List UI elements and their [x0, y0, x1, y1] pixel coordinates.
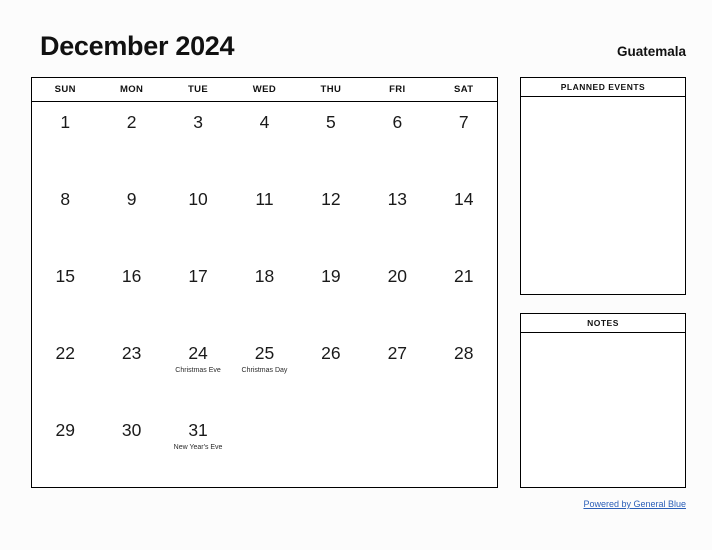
day-number: 29: [55, 420, 75, 440]
calendar-day-cell[interactable]: 29: [32, 410, 98, 487]
weekday-header-sun: SUN: [54, 84, 76, 95]
calendar-day-cell[interactable]: 6: [364, 102, 430, 179]
day-event-label: New Year's Eve: [173, 444, 223, 452]
day-number: 11: [255, 189, 274, 209]
day-event-label: Christmas Day: [241, 367, 288, 375]
day-number: 2: [126, 112, 137, 132]
calendar-day-cell-empty: [298, 410, 364, 487]
calendar-day-cell[interactable]: 9: [98, 179, 164, 256]
calendar-day-cell[interactable]: 3: [165, 102, 231, 179]
calendar-day-cell[interactable]: 17: [165, 256, 231, 333]
notes-panel: NOTES: [520, 313, 686, 488]
day-number: 19: [321, 266, 341, 286]
calendar-day-cell-empty: [364, 410, 430, 487]
weekday-header-fri: FRI: [389, 84, 406, 95]
calendar-day-cell-empty: [431, 410, 497, 487]
calendar-day-cell[interactable]: 10: [165, 179, 231, 256]
calendar-day-cell[interactable]: 21: [431, 256, 497, 333]
day-number: 10: [188, 189, 208, 209]
day-number: 21: [454, 266, 474, 286]
day-number: 16: [121, 266, 142, 286]
day-number: 9: [126, 189, 137, 209]
calendar-day-cell[interactable]: 15: [32, 256, 98, 333]
weekday-header-wed: WED: [252, 84, 277, 95]
calendar-day-cell[interactable]: 7: [431, 102, 497, 179]
day-number: 27: [387, 343, 408, 363]
calendar-day-cell[interactable]: 13: [364, 179, 430, 256]
weekday-header-row: SUN MON TUE WED THU FRI SAT: [32, 78, 497, 102]
calendar-week-row: 22 23 24 Christmas Eve 25 Christmas Day 26 27 28: [32, 333, 497, 410]
calendar-week-row: 8 9 10 11 12 13 14: [32, 179, 497, 256]
day-number: 15: [55, 266, 75, 286]
planned-events-panel: PLANNED EVENTS: [520, 77, 686, 295]
country-label: Guatemala: [616, 44, 686, 59]
calendar-day-cell[interactable]: 18: [231, 256, 297, 333]
day-number: 3: [193, 112, 203, 132]
calendar-day-cell[interactable]: 25 Christmas Day: [231, 333, 297, 410]
calendar-day-cell[interactable]: 16: [98, 256, 164, 333]
day-event-label: Christmas Eve: [175, 367, 221, 375]
weekday-header-tue: TUE: [187, 84, 209, 95]
day-number: 6: [392, 112, 403, 132]
calendar-day-cell[interactable]: 19: [298, 256, 364, 333]
calendar-day-cell[interactable]: 12: [298, 179, 364, 256]
calendar-week-row: 15 16 17 18 19 20 21: [32, 256, 497, 333]
powered-by-link[interactable]: Powered by General Blue: [583, 499, 686, 509]
calendar-day-cell[interactable]: 26: [298, 333, 364, 410]
weekday-header-sat: SAT: [453, 84, 474, 95]
weekday-header-mon: MON: [119, 84, 144, 95]
calendar-day-cell[interactable]: 2: [98, 102, 164, 179]
calendar-day-cell[interactable]: 1: [32, 102, 98, 179]
day-number: 8: [60, 189, 71, 209]
day-number: 22: [55, 343, 75, 363]
calendar-day-cell[interactable]: 31 New Year's Eve: [165, 410, 231, 487]
calendar-day-cell[interactable]: 30: [98, 410, 164, 487]
notes-title: NOTES: [521, 314, 685, 333]
calendar-day-cell[interactable]: 8: [32, 179, 98, 256]
calendar-week-row: 1 2 3 4 5 6 7: [32, 102, 497, 179]
calendar-weeks: 1 2 3 4 5 6 7 8 9 10 11 12 13 14 15 16 17 18 19 20 21 22 23 24 C…: [32, 102, 497, 487]
calendar-day-cell[interactable]: 11: [231, 179, 297, 256]
notes-body[interactable]: [521, 333, 685, 487]
day-number: 18: [254, 266, 275, 286]
calendar-day-cell[interactable]: 24 Christmas Eve: [165, 333, 231, 410]
day-number: 25: [254, 343, 275, 363]
calendar-week-row: 29 30 31 New Year's Eve: [32, 410, 497, 487]
calendar-day-cell[interactable]: 20: [364, 256, 430, 333]
day-number: 30: [121, 420, 142, 440]
calendar-day-cell[interactable]: 4: [231, 102, 297, 179]
day-number: 31: [188, 420, 208, 440]
calendar-day-cell[interactable]: 28: [431, 333, 497, 410]
day-number: 13: [387, 189, 408, 209]
calendar-page: December 2024 Guatemala SUN MON TUE WED THU F…: [0, 0, 712, 550]
weekday-header-thu: THU: [320, 84, 342, 95]
day-number: 20: [387, 266, 408, 286]
calendar-day-cell[interactable]: 27: [364, 333, 430, 410]
day-number: 14: [454, 189, 474, 209]
calendar-day-cell[interactable]: 23: [98, 333, 164, 410]
page-title: December 2024: [40, 31, 235, 61]
day-number: 7: [458, 112, 469, 132]
planned-events-title: PLANNED EVENTS: [521, 78, 685, 97]
day-number: 26: [321, 343, 341, 363]
calendar-day-cell-empty: [231, 410, 297, 487]
day-number: 17: [188, 266, 208, 286]
calendar-grid: SUN MON TUE WED THU FRI SAT 1 2 3 4 5 6 7 8 9 10 11 12 13 1…: [31, 77, 498, 488]
day-number: 4: [259, 112, 270, 132]
calendar-day-cell[interactable]: 14: [431, 179, 497, 256]
day-number: 24: [188, 343, 208, 363]
day-number: 1: [60, 112, 71, 132]
day-number: 23: [121, 343, 142, 363]
day-number: 28: [454, 343, 474, 363]
day-number: 12: [321, 189, 341, 209]
calendar-day-cell[interactable]: 22: [32, 333, 98, 410]
day-number: 5: [326, 112, 336, 132]
calendar-day-cell[interactable]: 5: [298, 102, 364, 179]
planned-events-body[interactable]: [521, 97, 685, 294]
